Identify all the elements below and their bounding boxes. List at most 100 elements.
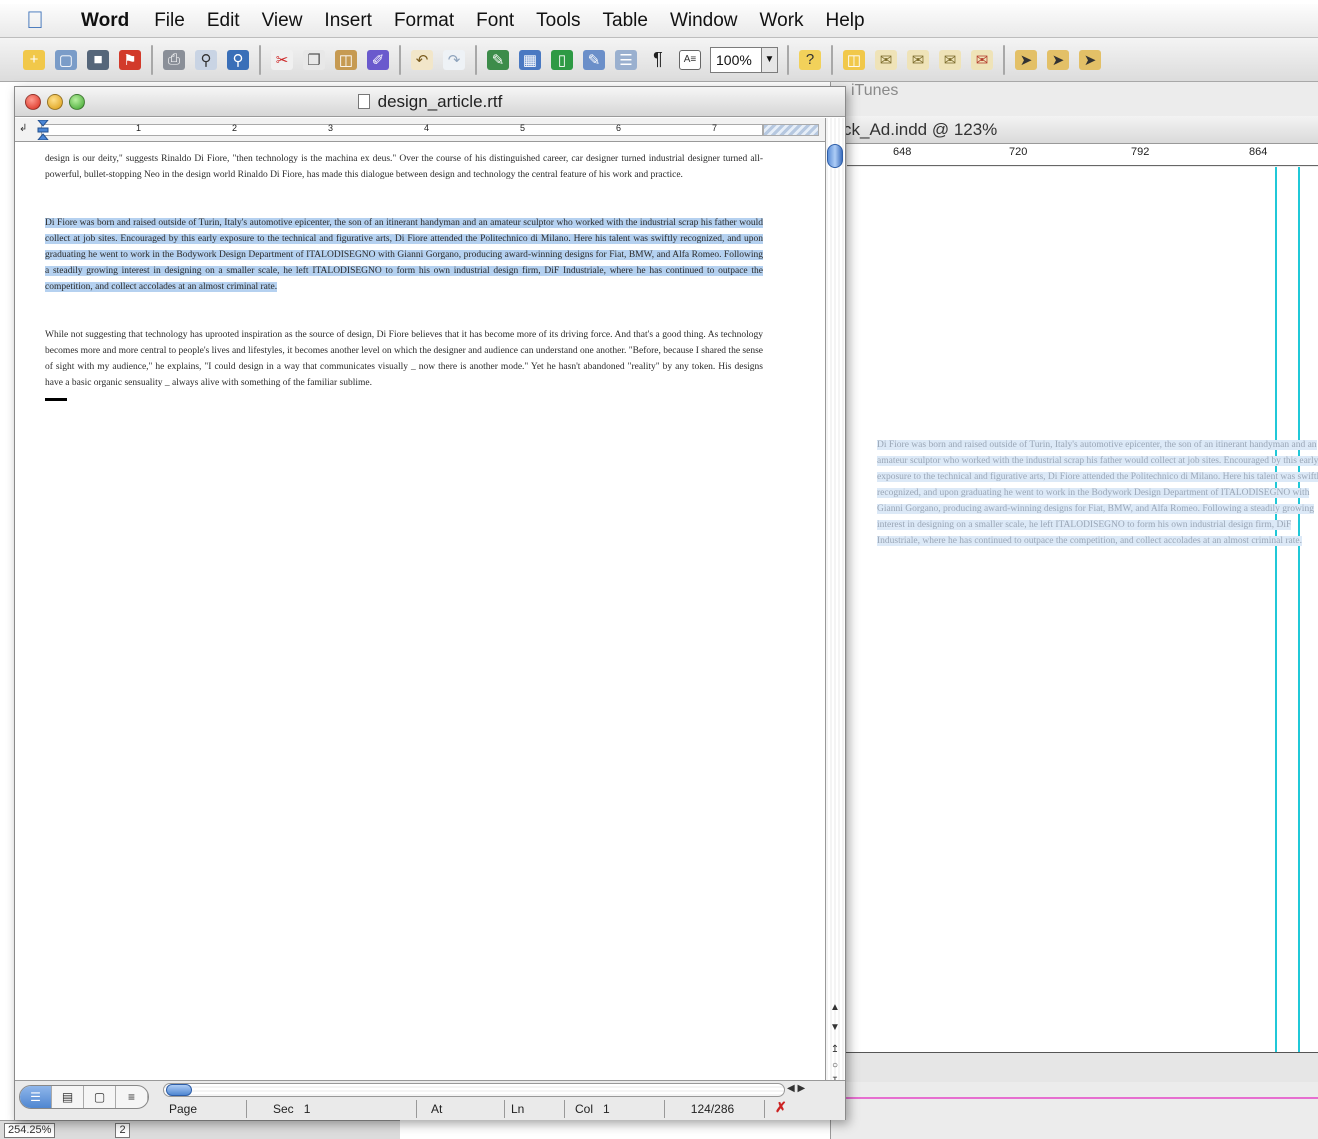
ruler-label: 648 xyxy=(893,146,912,158)
ruler-number: 3 xyxy=(328,123,334,133)
column-guide[interactable] xyxy=(1298,167,1300,1052)
layout-bottom-bar xyxy=(831,1052,1318,1082)
menu-tools[interactable]: Tools xyxy=(525,10,591,32)
menu-format[interactable]: Format xyxy=(383,10,465,32)
background-layout-window[interactable]: iTunes ck_Ad.indd @ 123% 648 720 792 864… xyxy=(830,82,1318,1139)
columns-icon[interactable]: ▯ xyxy=(548,46,576,74)
status-col-value: 1 xyxy=(603,1102,610,1116)
selected-text[interactable]: Di Fiore was born and raised outside of … xyxy=(45,218,763,292)
paste-icon[interactable]: ◫ xyxy=(332,46,360,74)
menu-window[interactable]: Window xyxy=(659,10,749,32)
action-3-icon[interactable]: ➤ xyxy=(1076,46,1104,74)
layout-document-title[interactable]: ck_Ad.indd @ 123% xyxy=(831,116,1318,144)
print-icon[interactable]: ⎙ xyxy=(160,46,188,74)
menu-font[interactable]: Font xyxy=(465,10,525,32)
text-box-icon[interactable]: A≡ xyxy=(676,46,704,74)
menu-file[interactable]: File xyxy=(143,10,196,32)
layout-zoom-field[interactable]: 254.25% xyxy=(4,1122,56,1138)
toolbar-separator xyxy=(1003,44,1005,75)
ruler-number: 4 xyxy=(424,123,430,133)
window-title-bar[interactable]: design_article.rtf xyxy=(15,87,845,117)
envelope-down-icon[interactable]: ✉ xyxy=(936,46,964,74)
apple-menu-icon[interactable]:  xyxy=(0,7,70,35)
horizontal-scroll-thumb[interactable] xyxy=(166,1084,192,1096)
show-paragraph-marks-icon[interactable]: ¶ xyxy=(644,46,672,74)
envelope-remove-icon[interactable]: ✉ xyxy=(968,46,996,74)
browse-object-icon[interactable]: ○ xyxy=(828,1060,842,1074)
end-of-document-marker xyxy=(45,398,67,401)
status-fields: Page Sec 1 At Ln Col 1 124/286 xyxy=(163,1099,823,1119)
redo-icon[interactable]: ↷ xyxy=(440,46,468,74)
placed-text-frame[interactable]: Di Fiore was born and raised outside of … xyxy=(877,437,1318,549)
menu-view[interactable]: View xyxy=(251,10,314,32)
envelope-icon[interactable]: ✉ xyxy=(872,46,900,74)
ruler-number: 1 xyxy=(136,123,142,133)
ruler-label: 864 xyxy=(1249,146,1268,158)
office-assistant-icon[interactable]: ? xyxy=(796,46,824,74)
menu-app-word[interactable]: Word xyxy=(70,10,143,32)
tab-stop-selector-icon[interactable]: ↲ xyxy=(19,123,27,134)
previous-page-icon[interactable]: ↥ xyxy=(828,1044,842,1058)
action-2-icon[interactable]: ➤ xyxy=(1044,46,1072,74)
find-icon[interactable]: ⚲ xyxy=(224,46,252,74)
page-layout-view-button[interactable]: ▢ xyxy=(84,1086,116,1108)
zoom-select[interactable]: 100% ▼ xyxy=(710,46,778,73)
online-layout-view-button[interactable]: ▤ xyxy=(52,1086,84,1108)
toolbar-separator xyxy=(831,44,833,75)
vertical-scrollbar[interactable]: ▲ ▼ ↥ ○ ↧ xyxy=(825,118,845,1087)
desktop-screen:  Word File Edit View Insert Format Font… xyxy=(0,0,1318,1139)
itunes-window-label[interactable]: iTunes xyxy=(851,82,898,100)
scroll-right-arrow-icon[interactable]: ▶ xyxy=(797,1083,805,1094)
indent-marker-icon[interactable] xyxy=(37,120,49,140)
status-page-label: Page xyxy=(169,1102,198,1116)
drawing-icon[interactable]: ✎ xyxy=(580,46,608,74)
status-sec-value: 1 xyxy=(303,1102,311,1116)
undo-icon[interactable]: ↶ xyxy=(408,46,436,74)
copy-icon[interactable]: ❐ xyxy=(300,46,328,74)
action-1-icon[interactable]: ➤ xyxy=(1012,46,1040,74)
layout-page-field[interactable]: 2 xyxy=(115,1122,130,1138)
envelope-up-icon[interactable]: ✉ xyxy=(904,46,932,74)
spelling-status-icon[interactable]: ✗ xyxy=(775,1099,787,1116)
insert-table-icon[interactable]: ▦ xyxy=(516,46,544,74)
menu-work[interactable]: Work xyxy=(749,10,815,32)
normal-view-button[interactable]: ☰ xyxy=(20,1086,52,1108)
format-painter-icon[interactable]: ✐ xyxy=(364,46,392,74)
paragraph-3[interactable]: While not suggesting that technology has… xyxy=(45,327,763,391)
layout-canvas[interactable]: Di Fiore was born and raised outside of … xyxy=(847,167,1318,1052)
project-gallery-icon[interactable]: ◫ xyxy=(840,46,868,74)
document-page[interactable]: design is our deity," suggests Rinaldo D… xyxy=(15,143,825,1079)
column-guide[interactable] xyxy=(1275,167,1277,1052)
horizontal-scroll-arrows[interactable]: ◀ ▶ xyxy=(787,1083,805,1094)
document-map-icon[interactable]: ☰ xyxy=(612,46,640,74)
menu-help[interactable]: Help xyxy=(815,10,876,32)
menu-edit[interactable]: Edit xyxy=(196,10,251,32)
vertical-scroll-thumb[interactable] xyxy=(827,144,843,168)
outline-view-button[interactable]: ≡ xyxy=(116,1086,148,1108)
menu-table[interactable]: Table xyxy=(592,10,659,32)
scroll-up-arrow-icon[interactable]: ▲ xyxy=(828,1002,842,1016)
scroll-left-arrow-icon[interactable]: ◀ xyxy=(787,1083,795,1094)
status-at: At xyxy=(417,1100,505,1118)
horizontal-scrollbar[interactable] xyxy=(163,1083,785,1097)
status-word-count[interactable]: 124/286 xyxy=(665,1100,765,1118)
cut-icon[interactable]: ✂ xyxy=(268,46,296,74)
insert-hyperlink-icon[interactable]: ✎ xyxy=(484,46,512,74)
view-buttons: ☰ ▤ ▢ ≡ xyxy=(19,1085,149,1109)
save-icon[interactable]: ■ xyxy=(84,46,112,74)
paragraph-2-selected[interactable]: Di Fiore was born and raised outside of … xyxy=(45,215,763,295)
toolbar-separator xyxy=(259,44,261,75)
ruler-label: 720 xyxy=(1009,146,1028,158)
open-file-icon[interactable]: ▢ xyxy=(52,46,80,74)
status-col-label: Col xyxy=(575,1102,594,1116)
new-document-icon[interactable]: + xyxy=(20,46,48,74)
scroll-down-arrow-icon[interactable]: ▼ xyxy=(828,1022,842,1036)
paragraph-1[interactable]: design is our deity," suggests Rinaldo D… xyxy=(45,151,763,183)
print-preview-icon[interactable]: ⚲ xyxy=(192,46,220,74)
flag-icon[interactable]: ⚑ xyxy=(116,46,144,74)
ruler-scale[interactable]: 1 2 3 4 5 6 7 xyxy=(41,123,763,136)
horizontal-ruler[interactable]: ↲ 1 2 3 4 5 6 7 xyxy=(15,118,825,142)
status-column: Col 1 xyxy=(565,1100,665,1118)
placed-text-content: Di Fiore was born and raised outside of … xyxy=(877,440,1318,546)
menu-insert[interactable]: Insert xyxy=(313,10,383,32)
